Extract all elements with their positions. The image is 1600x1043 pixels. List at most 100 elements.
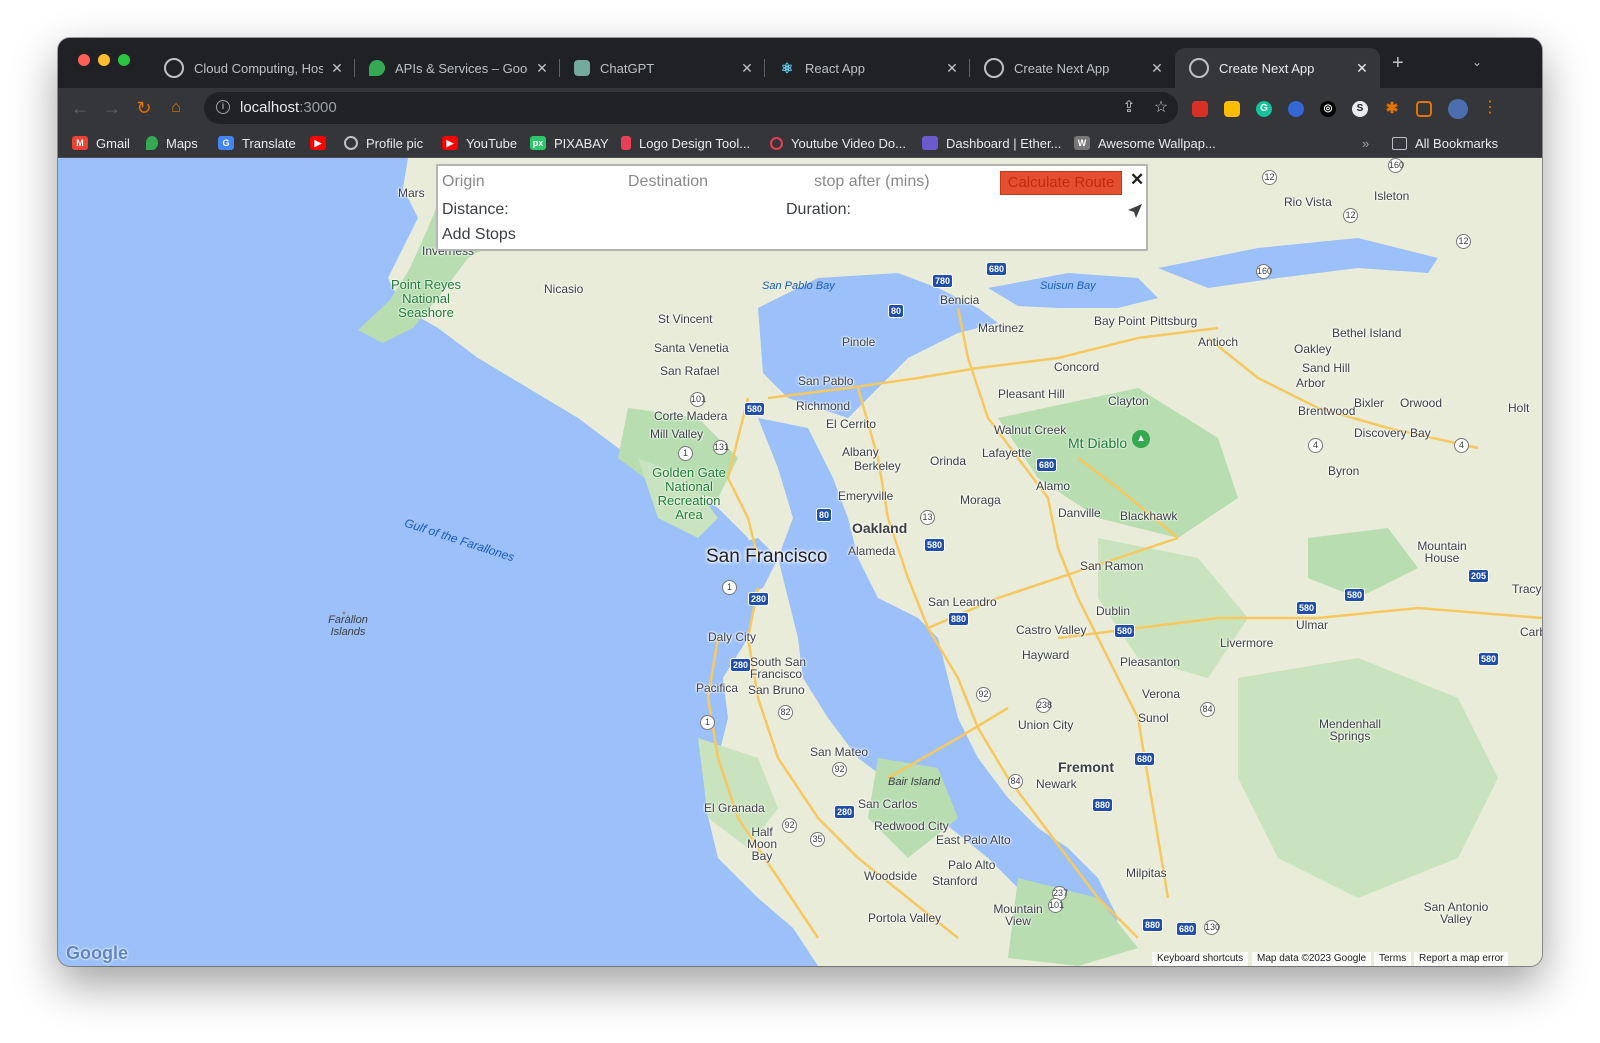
interstate-shield: 580 (1296, 601, 1318, 615)
calculate-route-button[interactable]: Calculate Route (1000, 171, 1122, 195)
report-map-error-link[interactable]: Report a map error (1414, 952, 1509, 966)
map-label-city: Pinole (842, 335, 876, 349)
globe-icon (984, 58, 1004, 78)
state-route-shield: 84 (1200, 702, 1215, 717)
tab-apis-services[interactable]: APIs & Services – Goog ✕ (355, 48, 560, 88)
bookmark-pixabay[interactable]: px PIXABAY (530, 134, 609, 152)
site-info-icon[interactable]: i (216, 100, 230, 114)
bookmark-translate[interactable]: G Translate (218, 134, 296, 152)
new-tab-button[interactable]: + (1392, 52, 1404, 75)
share-icon[interactable]: ⇪ (1119, 98, 1139, 118)
state-route-shield: 12 (1262, 170, 1277, 185)
extension-s-icon[interactable]: S (1352, 101, 1368, 117)
tab-strip: Cloud Computing, Hosti ✕ APIs & Services… (58, 38, 1542, 88)
chatgpt-icon (574, 60, 590, 76)
close-tab-icon[interactable]: ✕ (739, 60, 755, 77)
bookmark-maps[interactable]: Maps (146, 134, 198, 152)
reload-icon[interactable]: ↻ (132, 96, 156, 120)
minimize-window-button[interactable] (98, 54, 110, 66)
map-label-city: Ulmar (1296, 618, 1328, 632)
globe-icon (1189, 58, 1209, 78)
bookmark-youtube[interactable]: ▶ YouTube (442, 134, 517, 152)
close-tab-icon[interactable]: ✕ (1149, 60, 1165, 77)
grammarly-icon[interactable]: G (1256, 101, 1272, 117)
close-icon[interactable]: ✕ (1130, 170, 1144, 190)
map-label-city: Alameda (848, 544, 896, 558)
tab-create-next-app[interactable]: Create Next App ✕ (970, 48, 1175, 88)
close-tab-icon[interactable]: ✕ (329, 60, 345, 77)
interstate-shield: 580 (1478, 652, 1500, 666)
mountain-pin-icon[interactable]: ▲ (1132, 430, 1150, 448)
all-bookmarks-folder[interactable]: All Bookmarks (1392, 134, 1498, 152)
state-route-shield: 82 (778, 705, 793, 720)
bookmark-logo-design[interactable]: Logo Design Tool... (621, 134, 750, 152)
interstate-shield: 680 (1036, 458, 1058, 472)
interstate-shield: 880 (1142, 918, 1164, 932)
bookmark-gmail[interactable]: M Gmail (72, 134, 130, 152)
tab-search-chevron-icon[interactable]: ⌄ (1472, 55, 1482, 69)
profile-avatar[interactable] (1448, 99, 1468, 119)
interstate-shield: 880 (1092, 798, 1114, 812)
distance-label: Distance: (442, 201, 509, 218)
navigation-arrow-icon[interactable] (1126, 202, 1144, 220)
map-label-city: Half Moon Bay (746, 825, 778, 863)
state-route-shield: 12 (1343, 208, 1358, 223)
terms-link[interactable]: Terms (1374, 952, 1412, 966)
bookmark-awesome-wallpapers[interactable]: W Awesome Wallpap... (1074, 134, 1216, 152)
tab-chatgpt[interactable]: ChatGPT ✕ (560, 48, 765, 88)
interstate-shield: 580 (744, 402, 766, 416)
map-label-water: Bair Island (888, 776, 940, 788)
map-label-city: Clayton (1108, 394, 1149, 408)
tab-create-next-app-active[interactable]: Create Next App ✕ (1175, 48, 1380, 88)
bookmarks-overflow-icon[interactable]: » (1362, 134, 1369, 152)
map-label-city: Nicasio (544, 282, 584, 296)
zoom-window-button[interactable] (118, 54, 130, 66)
stop-after-mins-input[interactable] (814, 170, 984, 194)
interstate-shield: 580 (924, 538, 946, 552)
origin-input[interactable] (442, 170, 612, 194)
forward-arrow-icon[interactable]: → (100, 96, 124, 120)
map-label-city: Emeryville (838, 489, 894, 503)
extensions-puzzle-icon[interactable]: ✱ (1384, 101, 1400, 117)
youtube-icon: ▶ (442, 136, 458, 150)
tab-react-app[interactable]: ⚛ React App ✕ (765, 48, 970, 88)
address-bar[interactable]: i localhost:3000 ⇪ ☆ (204, 92, 1178, 124)
close-tab-icon[interactable]: ✕ (944, 60, 960, 77)
bookmark-youtube-icon-only[interactable]: ▶ (310, 134, 334, 152)
extension-drive-icon[interactable] (1224, 101, 1240, 117)
extension-glasses-icon[interactable]: ◎ (1320, 101, 1336, 117)
close-tab-icon[interactable]: ✕ (1354, 60, 1370, 77)
map-label-city: Antioch (1198, 335, 1239, 349)
map-label-city: El Cerrito (826, 417, 877, 431)
map-label-city: Bethel Island (1332, 326, 1402, 340)
map-viewport[interactable]: San Pablo Bay Suisun Bay Gulf of the Far… (58, 158, 1542, 966)
add-stops-button[interactable]: Add Stops (442, 226, 516, 244)
maps-icon (146, 136, 158, 150)
destination-input[interactable] (628, 170, 798, 194)
map-label-city: Mountain View (993, 902, 1043, 928)
close-window-button[interactable] (78, 54, 90, 66)
home-icon[interactable]: ⌂ (164, 96, 188, 120)
back-arrow-icon[interactable]: ← (68, 96, 92, 120)
browser-window: Cloud Computing, Hosti ✕ APIs & Services… (58, 38, 1542, 966)
menu-kebab-icon[interactable]: ⋮ (1478, 96, 1502, 120)
bookmark-star-icon[interactable]: ☆ (1151, 98, 1171, 118)
side-panel-icon[interactable] (1416, 101, 1432, 117)
bookmark-profile-pic[interactable]: Profile pic (344, 134, 423, 152)
bookmarks-bar: M Gmail Maps G Translate ▶ Profile pic ▶ Yo… (58, 128, 1542, 158)
tab-cloud-computing[interactable]: Cloud Computing, Hosti ✕ (150, 48, 355, 88)
map-label-city: Richmond (796, 399, 851, 413)
interstate-shield: 80 (816, 508, 833, 522)
map-label-city: Pittsburg (1150, 314, 1198, 328)
extension-fox-icon[interactable] (1288, 101, 1304, 117)
bookmark-youtube-video-downloader[interactable]: Youtube Video Do... (770, 134, 906, 152)
keyboard-shortcuts-link[interactable]: Keyboard shortcuts (1152, 952, 1249, 966)
cloud-icon (164, 58, 184, 78)
extension-red-icon[interactable] (1192, 101, 1208, 117)
map-label-city: Woodside (864, 869, 918, 883)
map-label-city: San Pablo (798, 374, 854, 388)
close-tab-icon[interactable]: ✕ (534, 60, 550, 77)
map-label-city: Sand Hill (1302, 361, 1351, 375)
map-label-city: Albany (842, 445, 879, 459)
bookmark-dashboard-etherscan[interactable]: Dashboard | Ether... (922, 134, 1061, 152)
